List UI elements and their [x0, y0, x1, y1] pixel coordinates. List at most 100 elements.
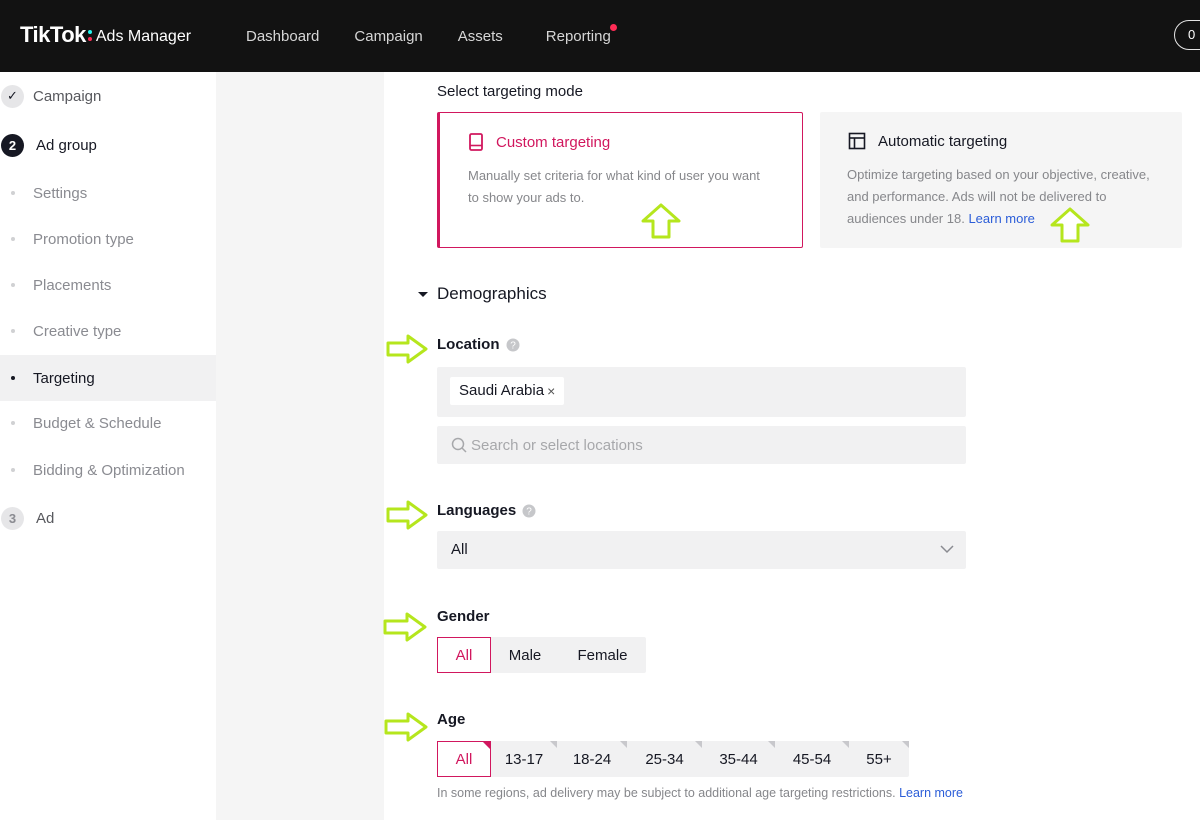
corner-marker-icon	[550, 741, 557, 748]
sidebar-item-creative-type[interactable]: Creative type	[0, 308, 216, 354]
automatic-targeting-card[interactable]: Automatic targeting Optimize targeting b…	[820, 112, 1182, 248]
age-option-label: 18-24	[572, 750, 612, 768]
corner-marker-icon	[695, 741, 702, 748]
corner-marker-icon	[842, 741, 849, 748]
step-number-icon: 2	[1, 133, 24, 157]
brand-colon-icon	[87, 29, 92, 41]
location-selected-box[interactable]: Saudi Arabia ×	[437, 367, 966, 417]
age-option-18-24[interactable]: 18-24	[557, 741, 627, 777]
close-icon[interactable]: ×	[547, 377, 555, 405]
auto-card-title: Automatic targeting	[878, 132, 1008, 150]
age-option-55-plus[interactable]: 55+	[849, 741, 909, 777]
custom-targeting-card[interactable]: Custom targeting Manually set criteria f…	[437, 112, 803, 248]
annotation-arrow-right-icon	[386, 500, 428, 530]
age-option-35-44[interactable]: 35-44	[702, 741, 775, 777]
age-option-25-34[interactable]: 25-34	[627, 741, 702, 777]
age-option-all[interactable]: All	[437, 741, 491, 777]
corner-marker-icon	[902, 741, 909, 748]
annotation-arrow-right-icon	[386, 334, 428, 364]
languages-label: Languages	[437, 502, 517, 519]
sidebar-item-targeting[interactable]: Targeting	[0, 355, 216, 401]
auto-card-description: Optimize targeting based on your objecti…	[847, 164, 1150, 230]
auto-card-header: Automatic targeting	[848, 132, 1007, 150]
layout-icon	[848, 132, 866, 150]
bullet-icon	[11, 376, 15, 380]
help-icon[interactable]: ?	[506, 338, 520, 352]
age-option-label: 35-44	[719, 750, 758, 768]
description-line: and performance. Ads will not be deliver…	[847, 189, 1107, 204]
sidebar-item-label: Promotion type	[33, 230, 134, 248]
demographics-toggle[interactable]: Demographics	[417, 284, 547, 304]
age-option-45-54[interactable]: 45-54	[775, 741, 849, 777]
nav-assets[interactable]: Assets	[458, 28, 503, 45]
sidebar-item-settings[interactable]: Settings	[0, 170, 216, 216]
chevron-down-icon	[940, 545, 954, 554]
step-number-icon: 3	[1, 506, 24, 530]
nav-dashboard[interactable]: Dashboard	[246, 28, 319, 45]
sidebar-item-label: Settings	[33, 184, 88, 202]
top-navigation-bar: TikTok Ads Manager Dashboard Campaign As…	[0, 0, 1200, 72]
phone-icon	[469, 133, 483, 151]
location-search-box[interactable]	[437, 426, 966, 464]
svg-text:?: ?	[510, 340, 516, 351]
sidebar-item-promotion-type[interactable]: Promotion type	[0, 216, 216, 262]
sidebar-item-bidding-optimization[interactable]: Bidding & Optimization	[0, 447, 216, 493]
account-button[interactable]: 0	[1174, 20, 1200, 50]
sidebar-item-label: Budget & Schedule	[33, 414, 162, 432]
age-option-label: 13-17	[504, 750, 544, 768]
gender-selector: All Male Female	[437, 637, 646, 673]
targeting-mode-title: Select targeting mode	[437, 83, 583, 100]
check-icon: ✓	[1, 84, 24, 108]
description-line: audiences under 18. Learn more	[847, 208, 1150, 230]
location-chip-label: Saudi Arabia	[459, 382, 545, 399]
step-ad[interactable]: 3 Ad	[0, 495, 216, 541]
gender-label: Gender	[437, 608, 490, 625]
age-option-label: 25-34	[645, 750, 684, 768]
bullet-icon	[11, 421, 15, 425]
age-note-text: In some regions, ad delivery may be subj…	[437, 786, 896, 800]
description-line: Manually set criteria for what kind of u…	[468, 168, 760, 183]
location-search-input[interactable]	[471, 426, 951, 464]
step-campaign[interactable]: ✓ Campaign	[0, 73, 216, 119]
sidebar-item-label: Creative type	[33, 322, 122, 340]
main-nav: Dashboard Campaign Assets Reporting	[246, 0, 646, 72]
sidebar-item-placements[interactable]: Placements	[0, 262, 216, 308]
bullet-icon	[11, 283, 15, 287]
description-line: to show your ads to.	[468, 190, 585, 205]
learn-more-link[interactable]: Learn more	[968, 211, 1034, 226]
help-icon[interactable]: ?	[522, 504, 536, 518]
sidebar-item-budget-schedule[interactable]: Budget & Schedule	[0, 400, 216, 446]
step-ad-label: Ad	[36, 509, 55, 527]
step-campaign-label: Campaign	[33, 87, 102, 105]
bullet-icon	[11, 329, 15, 333]
caret-down-icon	[418, 292, 428, 297]
nav-reporting[interactable]: Reporting	[546, 23, 617, 45]
svg-text:?: ?	[526, 506, 532, 517]
age-option-13-17[interactable]: 13-17	[491, 741, 557, 777]
age-option-label: 45-54	[792, 750, 832, 768]
location-label-row: Location ?	[437, 336, 520, 353]
search-icon	[451, 437, 467, 453]
gender-option-female[interactable]: Female	[559, 637, 646, 673]
languages-select[interactable]: All	[437, 531, 966, 569]
location-label: Location	[437, 336, 500, 353]
annotation-arrow-right-icon	[383, 612, 427, 642]
age-learn-more-link[interactable]: Learn more	[899, 786, 963, 800]
age-option-label: All	[455, 750, 473, 768]
gender-option-male[interactable]: Male	[491, 637, 559, 673]
annotation-arrow-up-icon	[641, 203, 681, 239]
tiktok-ads-manager-logo[interactable]: TikTok Ads Manager	[20, 22, 191, 48]
bullet-icon	[11, 191, 15, 195]
languages-label-row: Languages ?	[437, 502, 536, 519]
sidebar: ✓ Campaign 2 Ad group Settings Promotion…	[0, 72, 216, 820]
bullet-icon	[11, 237, 15, 241]
description-line: Optimize targeting based on your objecti…	[847, 167, 1150, 182]
step-ad-group[interactable]: 2 Ad group	[0, 122, 216, 168]
brand-product: Ads Manager	[95, 27, 192, 45]
gender-option-all[interactable]: All	[437, 637, 491, 673]
nav-campaign[interactable]: Campaign	[354, 28, 422, 45]
age-selector: All 13-17 18-24 25-34 35-44 45-54 55+	[437, 741, 909, 777]
step-ad-group-label: Ad group	[36, 136, 97, 154]
sidebar-item-label: Targeting	[33, 369, 95, 387]
demographics-title: Demographics	[437, 284, 547, 303]
